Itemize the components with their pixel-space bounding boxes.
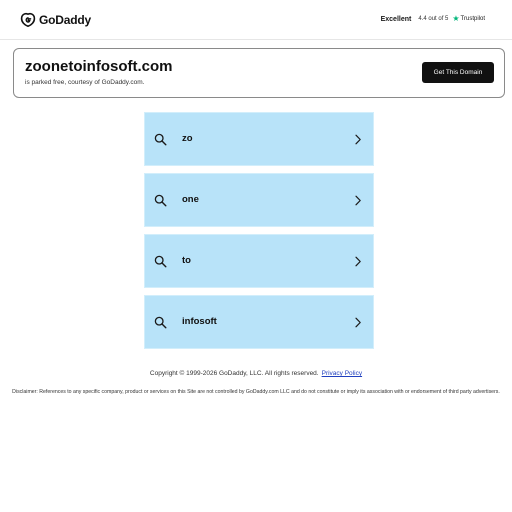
trustpilot-rating[interactable]: Excellent 4.4 out of 5 ★ Trustpilot <box>381 15 485 23</box>
search-result-item[interactable]: infosoft <box>144 295 374 349</box>
chevron-right-icon <box>355 317 361 328</box>
trustpilot-score: 4.4 out of 5 <box>418 16 449 22</box>
top-bar: GoDaddy Excellent 4.4 out of 5 ★ Trustpi… <box>0 0 512 40</box>
trustpilot-brand: Trustpilot <box>460 16 485 22</box>
search-result-item[interactable]: one <box>144 173 374 227</box>
brand-name: GoDaddy <box>39 13 91 27</box>
copyright-line: Copyright © 1999-2026 GoDaddy, LLC. All … <box>0 370 512 377</box>
search-result-label: to <box>182 255 191 266</box>
search-icon <box>154 316 167 329</box>
search-icon <box>154 133 167 146</box>
get-domain-button[interactable]: Get This Domain <box>422 62 494 83</box>
search-result-label: one <box>182 194 199 205</box>
search-result-item[interactable]: to <box>144 234 374 288</box>
disclaimer-text: Disclaimer: References to any specific c… <box>12 389 500 395</box>
search-icon <box>154 255 167 268</box>
chevron-right-icon <box>355 256 361 267</box>
related-searches: zo one to infosoft <box>144 112 374 356</box>
chevron-right-icon <box>355 134 361 145</box>
search-result-label: infosoft <box>182 316 217 327</box>
copyright-text: Copyright © 1999-2026 GoDaddy, LLC. All … <box>149 370 319 377</box>
search-icon <box>154 194 167 207</box>
search-result-label: zo <box>182 133 193 144</box>
godaddy-logo[interactable]: GoDaddy <box>20 11 91 29</box>
godaddy-logo-icon <box>20 12 36 27</box>
domain-card: zoonetoinfosoft.com is parked free, cour… <box>13 48 505 98</box>
privacy-policy-link[interactable]: Privacy Policy <box>322 370 362 377</box>
trustpilot-star-icon: ★ <box>452 14 460 23</box>
domain-subtitle: is parked free, courtesy of GoDaddy.com. <box>25 79 145 86</box>
domain-name: zoonetoinfosoft.com <box>25 58 173 75</box>
trustpilot-rating-word: Excellent <box>380 15 412 23</box>
search-result-item[interactable]: zo <box>144 112 374 166</box>
chevron-right-icon <box>355 195 361 206</box>
